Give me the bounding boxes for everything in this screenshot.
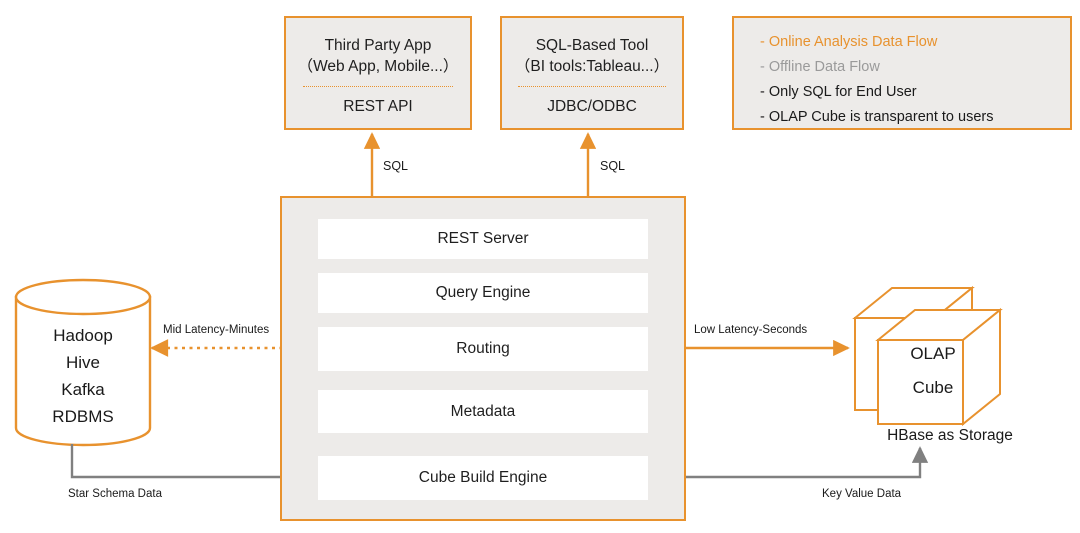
service-label: Query Engine xyxy=(435,284,531,301)
legend-item-label: - Only SQL for End User xyxy=(760,83,917,100)
service-box-query-engine[interactable]: Query Engine xyxy=(318,273,648,313)
diagram-canvas: Third Party App （Web App, Mobile...） RES… xyxy=(0,0,1080,533)
legend-item-label: - Online Analysis Data Flow xyxy=(760,33,938,50)
source-cylinder-labels: Hadoop Hive Kafka RDBMS xyxy=(16,322,150,430)
star-schema-label: Star Schema Data xyxy=(68,488,162,500)
client-title: Third Party App （Web App, Mobile...） xyxy=(297,37,459,75)
source-line-hive: Hive xyxy=(65,353,100,372)
sql-label-left: SQL xyxy=(383,159,409,173)
source-line-rdbms: RDBMS xyxy=(52,407,114,426)
service-label: Metadata xyxy=(450,402,516,420)
legend-item-olap-transparent: - OLAP Cube is transparent to users xyxy=(734,104,1070,129)
legend-item-offline-flow: - Offline Data Flow xyxy=(734,54,1070,79)
service-label: REST Server xyxy=(437,230,529,247)
service-box-routing[interactable]: Routing xyxy=(318,327,648,371)
client-divider xyxy=(302,86,454,87)
mid-latency-label: Mid Latency-Minutes xyxy=(163,324,270,336)
key-value-arrow xyxy=(648,446,929,479)
service-box-rest-server[interactable]: REST Server xyxy=(318,219,648,259)
olap-line-2: Cube xyxy=(912,378,954,397)
client-title: SQL-Based Tool （BI tools:Tableau...） xyxy=(514,37,670,75)
client-divider xyxy=(518,86,666,87)
source-line-kafka: Kafka xyxy=(61,380,105,399)
legend-item-only-sql: - Only SQL for End User xyxy=(734,79,1070,104)
olap-line-1: OLAP xyxy=(910,344,956,363)
client-box-sql-based-tool[interactable]: SQL-Based Tool （BI tools:Tableau...） JDB… xyxy=(500,16,684,130)
key-value-label: Key Value Data xyxy=(822,488,902,500)
service-box-cube-build-engine[interactable]: Cube Build Engine xyxy=(318,456,648,500)
olap-cube-labels: OLAP Cube xyxy=(873,337,993,405)
hbase-storage-caption: HBase as Storage xyxy=(887,427,1013,444)
service-label: Cube Build Engine xyxy=(418,469,548,486)
source-line-hadoop: Hadoop xyxy=(53,326,113,345)
sql-label-right: SQL xyxy=(600,159,626,173)
legend-item-online-flow: - Online Analysis Data Flow xyxy=(734,29,1070,54)
low-latency-label: Low Latency-Seconds xyxy=(694,324,808,336)
legend-item-label: - Offline Data Flow xyxy=(760,58,880,75)
star-schema-arrow xyxy=(70,444,316,486)
service-label: Routing xyxy=(456,340,510,357)
legend-panel: - Online Analysis Data Flow - Offline Da… xyxy=(732,16,1072,130)
legend-item-label: - OLAP Cube is transparent to users xyxy=(760,108,994,125)
client-api-label: JDBC/ODBC xyxy=(547,98,637,115)
client-box-third-party-app[interactable]: Third Party App （Web App, Mobile...） RES… xyxy=(284,16,472,130)
service-box-metadata[interactable]: Metadata xyxy=(318,390,648,433)
client-api-label: REST API xyxy=(343,98,413,115)
